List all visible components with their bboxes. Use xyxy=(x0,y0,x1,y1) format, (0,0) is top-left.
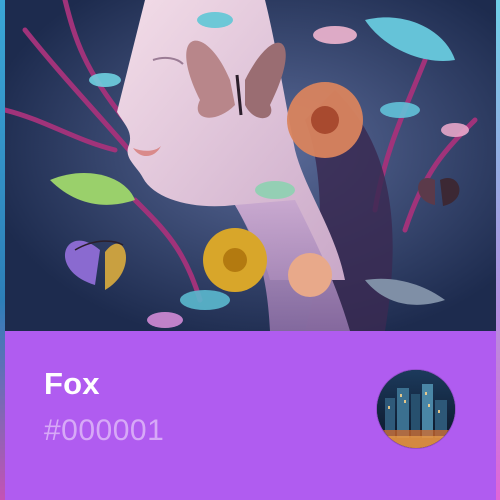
nft-name: Fox xyxy=(44,366,100,401)
surreal-portrait-artwork xyxy=(5,0,496,331)
city-night-avatar xyxy=(377,370,455,448)
card-edge-right xyxy=(496,0,500,500)
owner-avatar[interactable] xyxy=(377,370,455,448)
nft-id: #000001 xyxy=(44,414,165,447)
nft-artwork[interactable] xyxy=(5,0,496,331)
nft-info-panel: Fox #000001 xyxy=(5,331,496,500)
nft-card[interactable]: Fox #000001 xyxy=(0,0,500,500)
